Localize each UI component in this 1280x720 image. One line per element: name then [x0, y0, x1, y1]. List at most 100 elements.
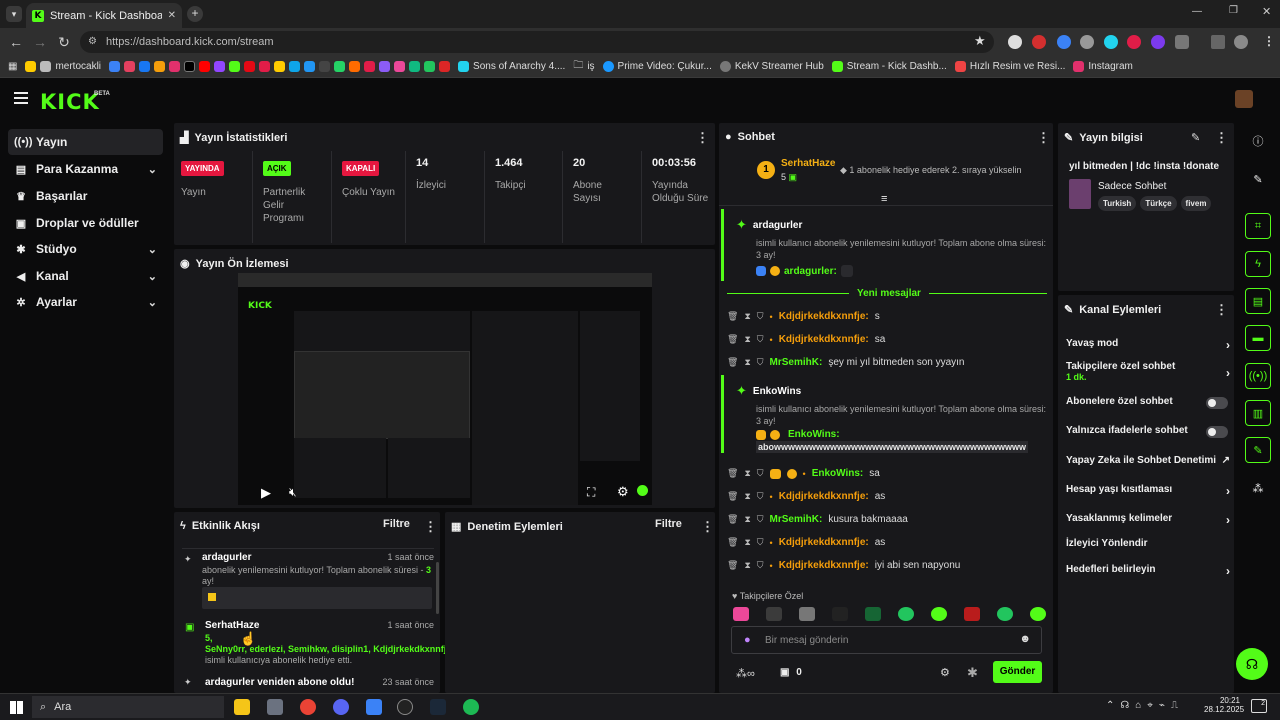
action-slow-mode[interactable]: Yavaş mod ›	[1066, 338, 1230, 352]
chat-input[interactable]: ● Bir mesaj gönderin ☻	[731, 626, 1042, 654]
sidebar-item-ayarlar[interactable]: ✲ Ayarlar ⌄	[8, 289, 163, 315]
channel-points[interactable]: ▣ 0	[780, 667, 802, 678]
bookmark-icon[interactable]	[439, 61, 451, 72]
spotify-icon[interactable]	[463, 699, 479, 715]
reload-icon[interactable]: ↻	[52, 30, 76, 54]
adblock-extension-icon[interactable]	[1032, 35, 1046, 49]
calculator-icon[interactable]	[267, 699, 283, 715]
facebook-icon[interactable]	[139, 61, 151, 72]
document-icon[interactable]: ▤	[1245, 288, 1271, 314]
site-info-icon[interactable]: ⚙	[88, 36, 97, 47]
more-options-icon[interactable]: ⋮	[701, 519, 714, 535]
filter-button[interactable]: Filtre	[655, 518, 682, 530]
file-explorer-icon[interactable]	[234, 699, 250, 715]
tag-chip[interactable]: Türkçe	[1140, 196, 1177, 211]
send-button[interactable]: Gönder	[993, 661, 1042, 683]
chat-message[interactable]: 🗑︎ ⧗ ⛉ • Kdjdjrkekdkxnnfje: s	[727, 311, 880, 322]
bookmark-icon[interactable]	[304, 61, 316, 72]
action-account-age[interactable]: Hesap yaşı kısıtlaması ›	[1066, 484, 1230, 498]
kick-icon[interactable]	[229, 61, 241, 72]
restore-window-icon[interactable]: ❐	[1229, 5, 1238, 16]
clock[interactable]: 20:21 28.12.2025	[1204, 696, 1244, 714]
action-emotes-only[interactable]: Yalnızca ifadelerle sohbet	[1066, 425, 1228, 438]
more-options-icon[interactable]: ⋮	[1037, 130, 1050, 146]
expand-pinned-icon[interactable]: ≡	[881, 193, 887, 205]
filter-button[interactable]: Filtre	[383, 518, 410, 530]
profile-avatar-icon[interactable]	[1234, 35, 1248, 49]
chat-message[interactable]: 🗑︎ ⧗ ⛉ • Kdjdjrkekdkxnnfje: as	[727, 491, 885, 502]
crop-icon[interactable]: ⌗	[1245, 213, 1271, 239]
stream-preview-video[interactable]: KICK	[238, 273, 652, 505]
emoji-icon[interactable]: ☻	[1019, 633, 1031, 645]
bookmark-icon[interactable]	[394, 61, 406, 72]
emote-icon[interactable]	[832, 607, 848, 621]
reading-list-icon[interactable]	[1211, 35, 1225, 49]
sidebar-item-droplar[interactable]: ▣ Droplar ve ödüller	[8, 210, 163, 236]
chat-message[interactable]: 🗑︎ ⧗ ⛉ MrSemihK: kusura bakmaaaa	[727, 514, 908, 525]
emote-icon[interactable]	[799, 607, 815, 621]
bookmark-icon[interactable]	[409, 61, 421, 72]
close-window-icon[interactable]: ✕	[1262, 5, 1271, 18]
info-icon[interactable]: ⓘ	[1245, 128, 1271, 154]
bookmark-icon[interactable]	[424, 61, 436, 72]
toggle-switch[interactable]	[1206, 397, 1228, 409]
action-subscribers-only[interactable]: Abonelere özel sohbet	[1066, 396, 1228, 409]
layout-icon[interactable]: ▥	[1245, 400, 1271, 426]
emote-icon[interactable]	[898, 607, 914, 621]
bookmark-icon[interactable]	[154, 61, 166, 72]
sidebar-item-para-kazanma[interactable]: ▤ Para Kazanma ⌄	[8, 156, 163, 182]
more-options-icon[interactable]: ⋮	[424, 519, 437, 535]
bookmark-star-icon[interactable]: ★	[974, 33, 986, 49]
action-followers-only[interactable]: Takipçilere özel sohbet 1 dk. ›	[1066, 361, 1230, 382]
tag-chip[interactable]: Turkish	[1098, 196, 1137, 211]
action-raid[interactable]: İzleyici Yönlendir	[1066, 538, 1226, 549]
instagram-icon[interactable]	[169, 61, 181, 72]
microphone-icon[interactable]: ●	[744, 634, 751, 646]
extension-icon[interactable]	[1151, 35, 1165, 49]
browser-tab-kick[interactable]: K Stream - Kick Dashboard ✕	[26, 3, 182, 28]
minimize-window-icon[interactable]: —	[1192, 6, 1202, 17]
extensions-puzzle-icon[interactable]	[1175, 35, 1189, 49]
chat-message[interactable]: 🗑︎ ⧗ ⛉ • EnkoWins: sa	[727, 468, 880, 479]
emote-icon[interactable]	[997, 607, 1013, 621]
bookmark-icon[interactable]	[124, 61, 136, 72]
user-avatar[interactable]	[1235, 90, 1253, 108]
action-banned-words[interactable]: Yasaklanmış kelimeler ›	[1066, 513, 1230, 527]
new-tab-button[interactable]: +	[187, 6, 203, 22]
bookmark-item[interactable]: Stream - Kick Dashb...	[831, 61, 947, 72]
broadcast-icon[interactable]: ((•))	[1245, 363, 1271, 389]
netflix-icon[interactable]	[244, 61, 256, 72]
bookmark-item[interactable]: mertocakli	[25, 61, 101, 72]
edit-icon[interactable]: ✎	[1245, 166, 1271, 192]
settings-icon[interactable]: ⚙	[617, 484, 629, 500]
bookmark-icon[interactable]	[289, 61, 301, 72]
sidebar-item-studyo[interactable]: ✱ Stüdyo ⌄	[8, 236, 163, 262]
whatsapp-icon[interactable]	[334, 61, 346, 72]
action-goals[interactable]: Hedefleri belirleyin ›	[1066, 564, 1230, 578]
extension-icon[interactable]	[1080, 35, 1094, 49]
bookmark-icon[interactable]	[364, 61, 376, 72]
sidebar-item-yayin[interactable]: ((•)) Yayın	[8, 129, 163, 155]
lightning-icon[interactable]: ϟ	[1245, 251, 1271, 277]
steam-icon[interactable]	[430, 699, 446, 715]
system-tray[interactable]: ⌃☊⌂⌖⌁⎍	[1106, 700, 1184, 711]
more-options-icon[interactable]: ⋮	[1215, 130, 1228, 146]
chat-bubble-icon[interactable]: ▬	[1245, 325, 1271, 351]
play-icon[interactable]: ▶	[261, 485, 271, 501]
chat-settings-icon[interactable]: ⚙	[940, 666, 950, 679]
toggle-switch[interactable]	[1206, 426, 1228, 438]
action-ai-moderation[interactable]: Yapay Zeka ile Sohbet Denetimi ↗	[1066, 455, 1230, 466]
app-icon[interactable]	[366, 699, 382, 715]
more-options-icon[interactable]: ⋮	[1215, 302, 1228, 318]
extension-icon[interactable]	[1127, 35, 1141, 49]
emote-icon[interactable]	[1030, 607, 1046, 621]
wrench-icon[interactable]: ✎	[1245, 437, 1271, 463]
bookmark-icon[interactable]	[109, 61, 121, 72]
emote-icon[interactable]	[865, 607, 881, 621]
mute-icon[interactable]: 🔇︎	[289, 485, 297, 500]
address-bar[interactable]: https://dashboard.kick.com/stream	[80, 31, 994, 53]
mod-tools-icon[interactable]: ✱	[967, 665, 978, 681]
close-tab-icon[interactable]: ✕	[168, 10, 176, 21]
bookmark-folder[interactable]: 🗀 iş	[573, 58, 594, 75]
chat-message[interactable]: 🗑︎ ⧗ ⛉ • Kdjdjrkekdkxnnfje: iyi abi sen napyo…	[727, 560, 960, 571]
